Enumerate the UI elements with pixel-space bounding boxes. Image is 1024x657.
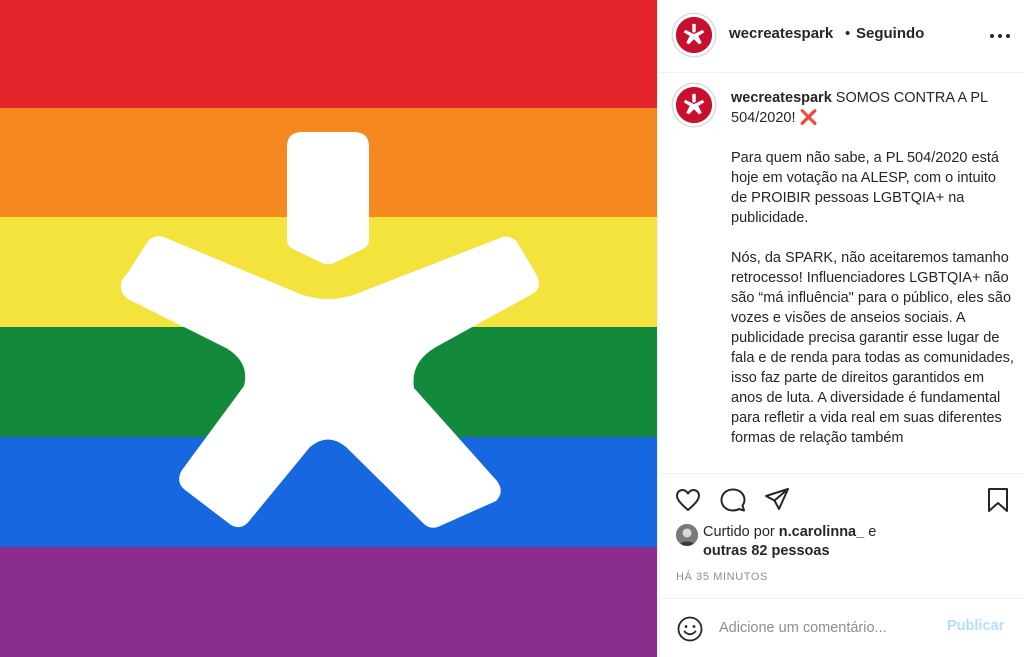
likes-summary: Curtido por n.carolinna_ e outras 82 pes… bbox=[658, 521, 1024, 565]
liker-username[interactable]: n.carolinna_ bbox=[779, 524, 864, 540]
post-caption: wecreatespark SOMOS CONTRA A PL 504/2020… bbox=[731, 88, 1016, 468]
author-username[interactable]: wecreatespark bbox=[729, 25, 833, 42]
publish-button[interactable]: Publicar bbox=[947, 618, 1004, 634]
caption-title-line: wecreatespark SOMOS CONTRA A PL 504/2020… bbox=[731, 88, 1016, 128]
bookmark-icon[interactable] bbox=[984, 486, 1012, 514]
heart-icon[interactable] bbox=[674, 486, 702, 514]
caption-section: wecreatespark SOMOS CONTRA A PL 504/2020… bbox=[658, 73, 1024, 473]
author-avatar[interactable] bbox=[673, 14, 715, 56]
caption-author-avatar[interactable] bbox=[673, 84, 715, 126]
caption-paragraph-1: Para quem não sabe, a PL 504/2020 está h… bbox=[731, 150, 999, 226]
header-separator: • bbox=[845, 25, 851, 42]
post-image[interactable] bbox=[0, 0, 657, 657]
comment-bar: Publicar bbox=[658, 598, 1024, 657]
caption-username[interactable]: wecreatespark bbox=[731, 90, 832, 106]
likes-others-link[interactable]: outras 82 pessoas bbox=[703, 543, 830, 559]
post-sidebar: wecreatespark • Seguindo wecreatespark S… bbox=[657, 0, 1024, 657]
post-timestamp[interactable]: HÁ 35 MINUTOS bbox=[676, 571, 768, 583]
post-header: wecreatespark • Seguindo bbox=[658, 0, 1024, 73]
more-horizontal-icon[interactable] bbox=[988, 26, 1012, 46]
spark-logo-icon bbox=[676, 17, 712, 53]
likes-others-line: outras 82 pessoas bbox=[703, 543, 830, 559]
caption-paragraph-2: Nós, da SPARK, não aceitaremos tamanho r… bbox=[731, 250, 1014, 446]
paper-plane-icon[interactable] bbox=[763, 486, 791, 514]
comment-input[interactable] bbox=[719, 616, 949, 640]
cross-mark-icon: ❌ bbox=[799, 110, 818, 126]
spark-logo-icon bbox=[676, 87, 712, 123]
action-bar bbox=[658, 473, 1024, 521]
likes-line: Curtido por n.carolinna_ e bbox=[703, 524, 876, 540]
likes-prefix: Curtido por bbox=[703, 524, 775, 540]
liker-avatar[interactable] bbox=[676, 524, 698, 546]
follow-status-button[interactable]: Seguindo bbox=[856, 25, 924, 42]
smile-icon[interactable] bbox=[676, 615, 704, 643]
likes-conjunction: e bbox=[868, 524, 877, 540]
comment-icon[interactable] bbox=[719, 486, 747, 514]
spark-star-logo bbox=[120, 132, 540, 528]
